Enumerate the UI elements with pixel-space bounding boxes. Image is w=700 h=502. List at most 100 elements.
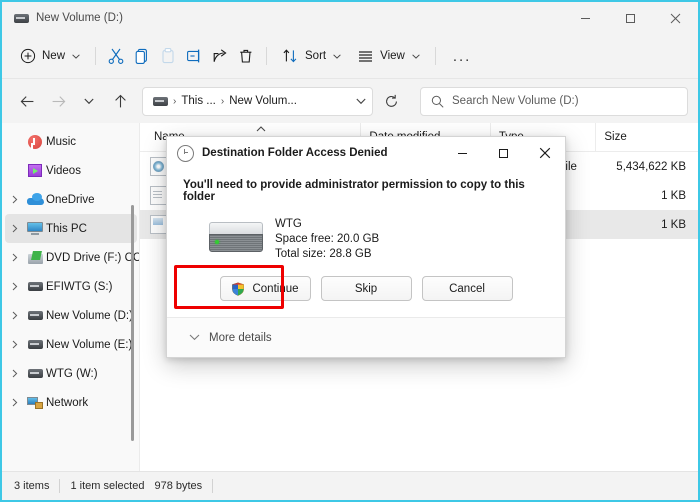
item-count: 3 items: [14, 480, 50, 492]
search-input[interactable]: Search New Volume (D:): [420, 86, 688, 116]
continue-button[interactable]: Continue: [219, 276, 311, 301]
search-placeholder: Search New Volume (D:): [452, 95, 579, 107]
dialog-window-controls: [442, 137, 565, 169]
drive-details: WTG Space free: 20.0 GB Total size: 28.8…: [275, 217, 379, 262]
sidebar-expander[interactable]: [6, 282, 24, 291]
share-button[interactable]: [207, 41, 233, 71]
dialog-heading: You'll need to provide administrator per…: [183, 179, 525, 203]
new-button[interactable]: New: [12, 41, 88, 71]
minimize-button[interactable]: [563, 2, 608, 34]
chevron-down-icon[interactable]: [356, 98, 366, 105]
paste-button[interactable]: [155, 41, 181, 71]
clock-icon: [177, 144, 194, 162]
sidebar-item-efiwtg[interactable]: EFIWTG (S:): [2, 272, 140, 301]
sidebar-expander[interactable]: [6, 253, 24, 262]
dialog-footer: More details: [167, 317, 565, 357]
divider: [95, 47, 97, 65]
dialog-title: Destination Folder Access Denied: [202, 147, 388, 159]
view-list-icon: [359, 51, 373, 62]
delete-button[interactable]: [233, 41, 259, 71]
hdd-icon: [24, 340, 46, 349]
view-button-label: View: [380, 50, 405, 62]
back-button[interactable]: [12, 86, 42, 116]
sidebar-item-label: OneDrive: [46, 193, 95, 206]
sidebar-item-music[interactable]: Music: [2, 127, 140, 156]
navigation-sidebar: Music Videos OneDrive This PC DVD Drive …: [2, 123, 140, 471]
breadcrumb-item-this-pc[interactable]: This ...: [181, 95, 216, 107]
command-bar: New Sort View ...: [2, 34, 698, 79]
cancel-button[interactable]: Cancel: [421, 276, 513, 301]
breadcrumb-item-new-volume[interactable]: New Volum...: [229, 95, 297, 107]
up-button[interactable]: [105, 86, 135, 116]
sidebar-item-network[interactable]: Network: [2, 388, 140, 417]
trash-icon: [240, 49, 252, 63]
dialog-body: You'll need to provide administrator per…: [167, 169, 565, 262]
file-size-cell: 1 KB: [661, 189, 686, 202]
more-details-link[interactable]: More details: [209, 332, 272, 344]
refresh-icon: [385, 94, 397, 107]
dialog-maximize-button[interactable]: [483, 137, 524, 169]
sidebar-item-videos[interactable]: Videos: [2, 156, 140, 185]
breadcrumb-separator: ›: [220, 95, 225, 107]
sidebar-item-this-pc[interactable]: This PC: [5, 214, 137, 243]
cut-button[interactable]: [103, 41, 129, 71]
sidebar-item-dvd-drive[interactable]: DVD Drive (F:) CC: [2, 243, 140, 272]
close-button[interactable]: [653, 2, 698, 34]
divider: [434, 47, 436, 65]
sidebar-expander[interactable]: [6, 224, 24, 233]
drive-icon: [153, 96, 168, 106]
cloud-icon: [24, 193, 46, 205]
address-bar[interactable]: › This ... › New Volum...: [142, 86, 373, 116]
sidebar-item-label: New Volume (E:): [46, 338, 133, 351]
refresh-button[interactable]: [377, 87, 405, 115]
file-explorer-window: New Volume (D:) New Sort View ... › This…: [0, 0, 700, 502]
dialog-minimize-button[interactable]: [442, 137, 483, 169]
arrow-left-icon: [20, 95, 33, 107]
sidebar-expander[interactable]: [6, 311, 24, 320]
column-header-label: Size: [604, 131, 627, 143]
sidebar-scrollbar[interactable]: [131, 205, 134, 441]
window-tab[interactable]: New Volume (D:): [14, 12, 123, 24]
chevron-down-icon: [333, 50, 341, 62]
scissors-icon: [108, 48, 124, 64]
drive-name: WTG: [275, 218, 302, 230]
sidebar-expander[interactable]: [6, 340, 24, 349]
chevron-down-icon[interactable]: [189, 334, 200, 341]
sidebar-expander[interactable]: [6, 195, 24, 204]
view-button[interactable]: View: [349, 41, 428, 71]
sort-icon: [283, 49, 297, 63]
skip-button[interactable]: Skip: [320, 276, 412, 301]
rename-button[interactable]: [181, 41, 207, 71]
external-drive-icon: [209, 222, 263, 252]
window-title: New Volume (D:): [36, 12, 123, 24]
sidebar-item-new-volume-d[interactable]: New Volume (D:): [2, 301, 140, 330]
sidebar-item-label: Network: [46, 396, 89, 409]
dialog-drive-info: WTG Space free: 20.0 GB Total size: 28.8…: [183, 217, 549, 262]
dialog-close-button[interactable]: [524, 137, 565, 169]
sidebar-item-label: EFIWTG (S:): [46, 280, 113, 293]
forward-button[interactable]: [43, 86, 73, 116]
hdd-icon: [24, 369, 46, 378]
chevron-down-icon: [84, 98, 94, 104]
arrow-up-icon: [114, 94, 126, 107]
maximize-button[interactable]: [608, 2, 653, 34]
sidebar-item-onedrive[interactable]: OneDrive: [2, 185, 140, 214]
chevron-down-icon: [412, 50, 420, 62]
sidebar-item-new-volume-e[interactable]: New Volume (E:): [2, 330, 140, 359]
recent-locations-button[interactable]: [74, 86, 104, 116]
network-icon: [24, 396, 46, 409]
plus-circle-icon: [20, 48, 36, 64]
search-icon: [431, 95, 444, 108]
drive-space-free: Space free: 20.0 GB: [275, 233, 380, 245]
chevron-down-icon: [72, 50, 80, 62]
rename-icon: [187, 49, 200, 63]
continue-button-label: Continue: [252, 282, 299, 295]
see-more-button[interactable]: ...: [443, 41, 482, 71]
sort-button[interactable]: Sort: [274, 41, 349, 71]
copy-button[interactable]: [129, 41, 155, 71]
column-header-size[interactable]: Size: [595, 123, 698, 151]
sidebar-expander[interactable]: [6, 369, 24, 378]
sidebar-expander[interactable]: [6, 398, 24, 407]
sidebar-item-wtg[interactable]: WTG (W:): [2, 359, 140, 388]
sidebar-item-label: This PC: [46, 222, 87, 235]
